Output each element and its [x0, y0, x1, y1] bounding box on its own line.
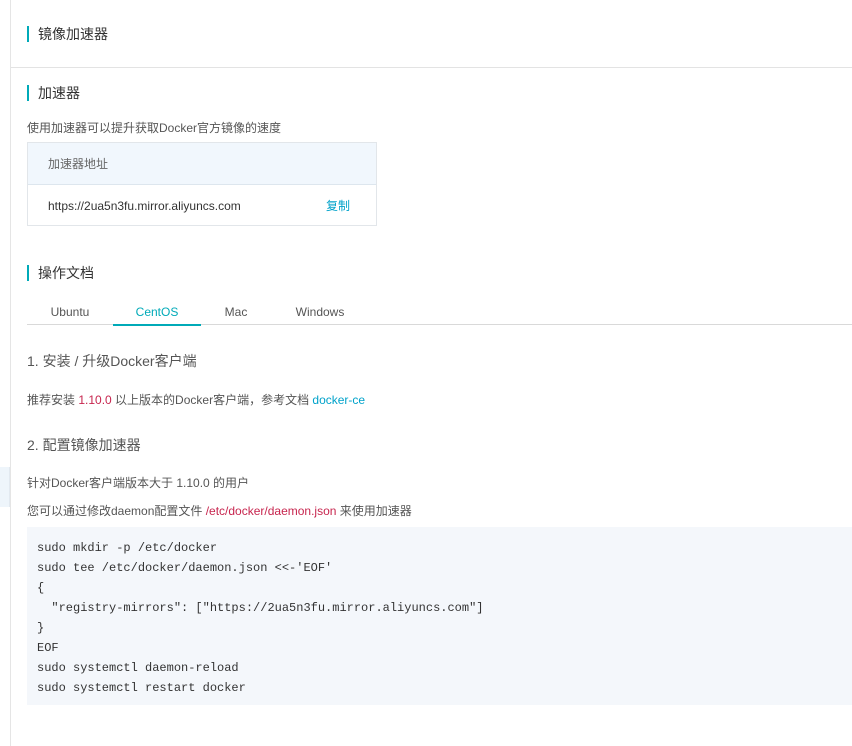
step2-line2-before: 您可以通过修改daemon配置文件 [27, 504, 206, 518]
accelerator-row: https://2ua5n3fu.mirror.aliyuncs.com 复制 [28, 185, 376, 226]
page-header [11, 0, 852, 68]
title-accent-bar [27, 26, 29, 42]
docker-ce-link[interactable]: docker-ce [312, 393, 365, 407]
config-path-highlight: /etc/docker/daemon.json [205, 504, 337, 518]
tab-mac[interactable]: Mac [201, 300, 271, 325]
step1-text: 推荐安装 1.10.0 以上版本的Docker客户端，参考文档 docker-c… [27, 391, 365, 408]
accelerator-title-text: 加速器 [38, 85, 80, 101]
sidebar-collapse-handle[interactable] [0, 467, 10, 507]
accelerator-section-title: 加速器 [27, 83, 80, 103]
code-block[interactable]: sudo mkdir -p /etc/docker sudo tee /etc/… [27, 527, 852, 705]
tab-ubuntu[interactable]: Ubuntu [27, 300, 113, 325]
step1-text-before: 推荐安装 [27, 393, 79, 407]
tab-windows[interactable]: Windows [271, 300, 369, 325]
page-title: 镜像加速器 [27, 24, 108, 44]
code-line: } [37, 621, 45, 635]
code-line: { [37, 581, 45, 595]
tab-centos[interactable]: CentOS [113, 300, 201, 326]
docs-title-text: 操作文档 [38, 265, 94, 281]
code-line: EOF [37, 641, 59, 655]
docs-section-title: 操作文档 [27, 263, 94, 283]
version-highlight: 1.10.0 [78, 393, 112, 407]
page-title-text: 镜像加速器 [38, 26, 108, 42]
step2-line2: 您可以通过修改daemon配置文件 /etc/docker/daemon.jso… [27, 502, 412, 519]
code-line: sudo systemctl daemon-reload [37, 661, 239, 675]
code-line: sudo mkdir -p /etc/docker [37, 541, 218, 555]
code-line: sudo systemctl restart docker [37, 681, 246, 695]
step2-title: 2. 配置镜像加速器 [27, 437, 141, 453]
title-accent-bar [27, 85, 29, 101]
accelerator-url: https://2ua5n3fu.mirror.aliyuncs.com [48, 198, 241, 213]
step2-line2-after: 来使用加速器 [336, 504, 412, 518]
step1-title: 1. 安装 / 升级Docker客户端 [27, 353, 197, 369]
accelerator-description: 使用加速器可以提升获取Docker官方镜像的速度 [27, 121, 282, 135]
os-tabs: Ubuntu CentOS Mac Windows [27, 300, 852, 326]
code-line: sudo tee /etc/docker/daemon.json <<-'EOF… [37, 561, 333, 575]
code-line: "registry-mirrors": ["https://2ua5n3fu.m… [37, 601, 484, 615]
copy-button[interactable]: 复制 [326, 197, 350, 214]
left-divider [10, 0, 11, 746]
step2-line1: 针对Docker客户端版本大于 1.10.0 的用户 [27, 476, 250, 490]
step1-text-after: 以上版本的Docker客户端，参考文档 [111, 393, 313, 407]
accelerator-table: 加速器地址 https://2ua5n3fu.mirror.aliyuncs.c… [27, 142, 377, 226]
title-accent-bar [27, 265, 29, 281]
accelerator-table-header: 加速器地址 [28, 143, 376, 185]
